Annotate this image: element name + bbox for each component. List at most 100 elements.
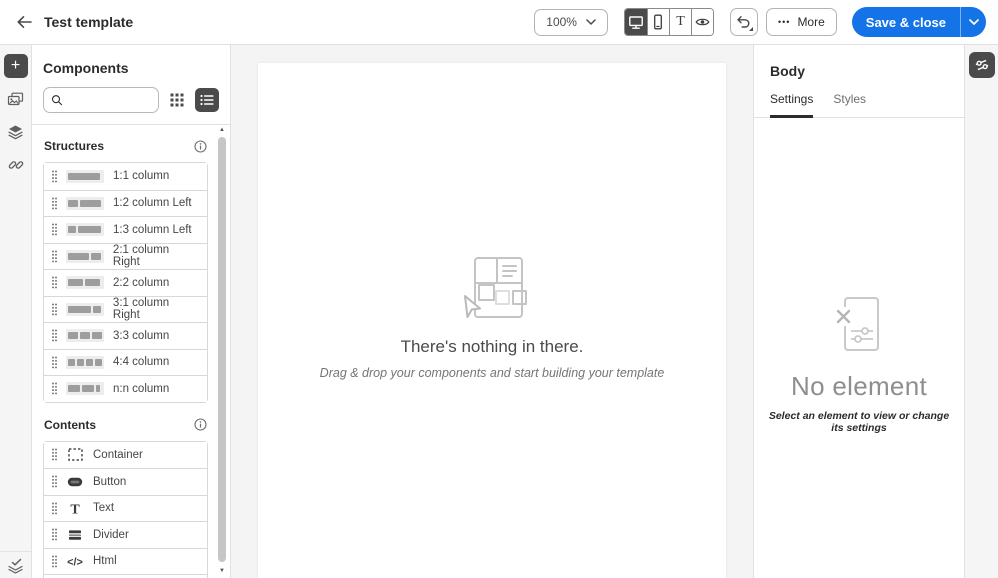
- content-list-item[interactable]: Container: [44, 442, 207, 469]
- scrollbar-thumb[interactable]: [218, 137, 226, 562]
- plus-icon: +: [11, 58, 20, 74]
- components-search-input[interactable]: [68, 93, 151, 107]
- button-icon: [66, 477, 84, 487]
- drag-handle-icon[interactable]: [52, 356, 57, 369]
- more-button[interactable]: ••• More: [766, 8, 837, 36]
- column-layout-preview-icon: [66, 356, 104, 369]
- column-layout-preview-icon: [66, 197, 104, 210]
- canvas-empty-subtitle: Drag & drop your components and start bu…: [320, 366, 665, 380]
- structure-list-item[interactable]: 2:2 column: [44, 269, 207, 296]
- inspector-tabs: Settings Styles: [754, 92, 964, 118]
- content-list-item[interactable]: T Text: [44, 495, 207, 522]
- drag-handle-icon[interactable]: [52, 250, 57, 263]
- content-list-item[interactable]: [44, 574, 207, 578]
- structure-tree-button[interactable]: [0, 551, 31, 574]
- scroll-up-arrow-icon[interactable]: ▲: [217, 125, 227, 135]
- content-label: Html: [93, 555, 117, 567]
- content-list-item[interactable]: Divider: [44, 521, 207, 548]
- mobile-mode-button[interactable]: [647, 9, 669, 35]
- template-title: Test template: [44, 14, 133, 30]
- zoom-dropdown[interactable]: 100%: [534, 9, 608, 36]
- structures-section-title: Structures: [44, 139, 104, 153]
- content-list-item[interactable]: Button: [44, 468, 207, 495]
- structure-list-item[interactable]: 1:2 column Left: [44, 190, 207, 217]
- structure-list-item[interactable]: 3:3 column: [44, 322, 207, 349]
- canvas-empty-title: There's nothing in there.: [320, 337, 665, 357]
- empty-template-illustration-icon: [454, 256, 530, 324]
- structure-label: n:n column: [113, 383, 169, 395]
- content-label: Text: [93, 502, 114, 514]
- structure-list-item[interactable]: 3:1 column Right: [44, 296, 207, 323]
- layers-icon: [7, 124, 24, 140]
- drag-handle-icon[interactable]: [52, 329, 57, 342]
- drag-handle-icon[interactable]: [52, 276, 57, 289]
- tab-styles[interactable]: Styles: [833, 92, 866, 118]
- grid-view-icon: [170, 93, 184, 107]
- info-icon: [194, 140, 207, 153]
- structure-list-item[interactable]: 1:1 column: [44, 163, 207, 190]
- components-search: [43, 87, 159, 113]
- structure-label: 1:2 column Left: [113, 197, 192, 209]
- back-button[interactable]: [12, 10, 36, 34]
- drag-handle-icon[interactable]: [52, 528, 57, 541]
- back-arrow-icon: [16, 14, 33, 30]
- save-options-button[interactable]: [961, 7, 986, 37]
- grid-view-button[interactable]: [166, 89, 188, 111]
- structure-list-item[interactable]: 4:4 column: [44, 349, 207, 376]
- structure-label: 2:2 column: [113, 277, 169, 289]
- desktop-mode-button[interactable]: [625, 9, 647, 35]
- scroll-down-arrow-icon[interactable]: ▼: [217, 566, 227, 576]
- saved-rows-button[interactable]: [4, 120, 28, 144]
- right-toolbar-rail: [965, 45, 998, 578]
- template-canvas[interactable]: There's nothing in there. Drag & drop yo…: [258, 63, 726, 578]
- text-mode-icon: T: [676, 14, 685, 30]
- text-mode-button[interactable]: T: [669, 9, 691, 35]
- ellipsis-icon: •••: [778, 17, 790, 27]
- tab-settings[interactable]: Settings: [770, 92, 813, 118]
- structure-label: 1:3 column Left: [113, 224, 192, 236]
- list-view-button[interactable]: [195, 88, 219, 112]
- structure-label: 3:1 column Right: [113, 297, 199, 321]
- content-list-item[interactable]: </> Html: [44, 548, 207, 575]
- structure-list-item[interactable]: n:n column: [44, 375, 207, 402]
- drag-handle-icon[interactable]: [52, 303, 57, 316]
- container-icon: [66, 448, 84, 461]
- drag-handle-icon[interactable]: [52, 555, 57, 568]
- desktop-icon: [628, 15, 644, 30]
- structure-list-item[interactable]: 1:3 column Left: [44, 216, 207, 243]
- drag-handle-icon[interactable]: [52, 223, 57, 236]
- links-button[interactable]: [4, 153, 28, 177]
- structure-label: 2:1 column Right: [113, 244, 199, 268]
- structure-list-item[interactable]: 2:1 column Right: [44, 243, 207, 270]
- images-library-button[interactable]: [4, 87, 28, 111]
- structure-label: 3:3 column: [113, 330, 169, 342]
- top-toolbar: Test template 100% T: [0, 0, 998, 45]
- drag-handle-icon[interactable]: [52, 448, 57, 461]
- structures-info-button[interactable]: [194, 140, 207, 153]
- preview-mode-button[interactable]: [691, 9, 713, 35]
- canvas-empty-state: There's nothing in there. Drag & drop yo…: [320, 256, 665, 380]
- drag-handle-icon[interactable]: [52, 475, 57, 488]
- save-close-label: Save & close: [866, 15, 946, 30]
- save-close-button[interactable]: Save & close: [852, 7, 960, 37]
- components-scrollbar[interactable]: ▲ ▼: [217, 125, 227, 578]
- content-label: Container: [93, 449, 143, 461]
- svg-text:</>: </>: [67, 556, 83, 567]
- undo-button[interactable]: [730, 8, 758, 36]
- drag-handle-icon[interactable]: [52, 382, 57, 395]
- drag-handle-icon[interactable]: [52, 502, 57, 515]
- zoom-value: 100%: [546, 15, 577, 29]
- inspector-title: Body: [754, 45, 964, 79]
- add-components-button[interactable]: +: [4, 54, 28, 78]
- contents-info-button[interactable]: [194, 418, 207, 431]
- structure-tree-icon: [7, 558, 24, 574]
- components-panel-title: Components: [43, 60, 219, 76]
- canvas-background: There's nothing in there. Drag & drop yo…: [231, 45, 753, 578]
- drag-handle-icon[interactable]: [52, 170, 57, 183]
- structures-list: 1:1 column 1:2 column Left 1:3 column Le…: [43, 162, 208, 403]
- column-layout-preview-icon: [66, 276, 104, 289]
- column-layout-preview-icon: [66, 223, 104, 236]
- drag-handle-icon[interactable]: [52, 197, 57, 210]
- properties-button[interactable]: [969, 52, 995, 78]
- no-element-hint: Select an element to view or change its …: [764, 410, 954, 434]
